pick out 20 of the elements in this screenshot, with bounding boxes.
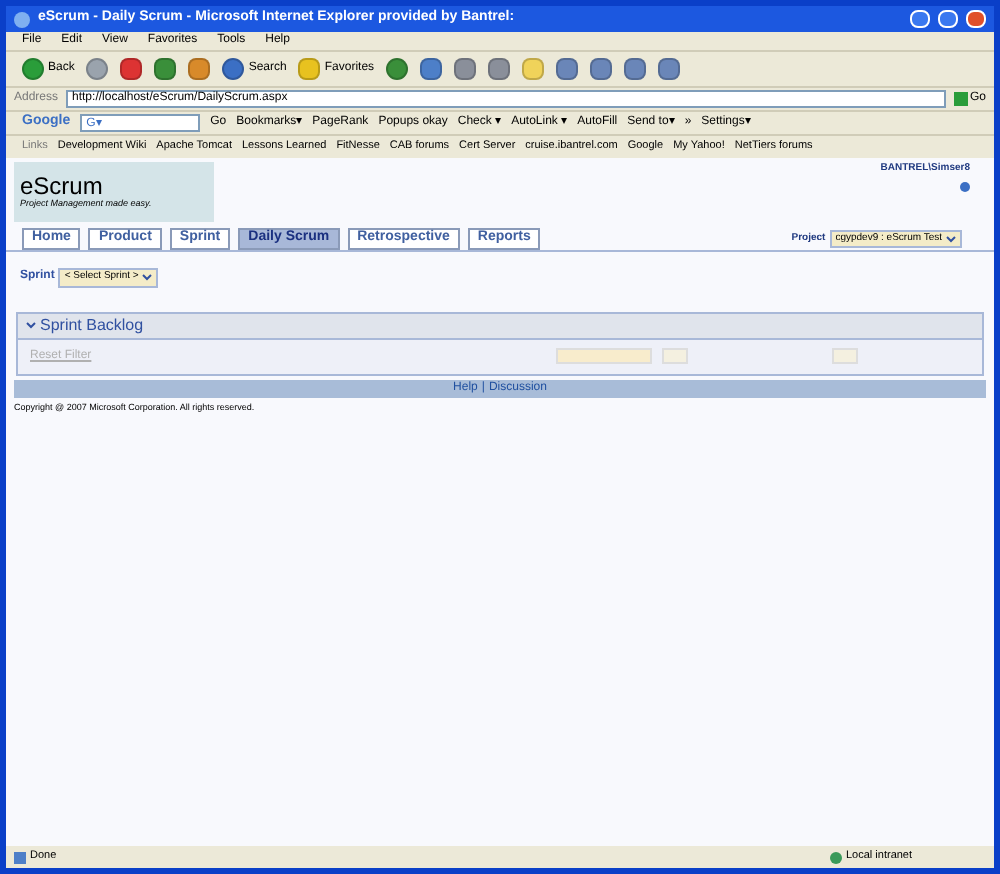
section-title: Sprint Backlog [40, 313, 144, 337]
browser-icon [14, 11, 30, 27]
toolbar-icon[interactable] [120, 58, 143, 80]
chevron-down-icon[interactable] [26, 320, 36, 330]
minimize-button[interactable] [910, 10, 930, 28]
section-header[interactable]: Sprint Backlog [18, 313, 982, 337]
maximize-button[interactable] [938, 10, 958, 28]
toolbar-icon[interactable] [454, 58, 477, 80]
chevron-down-icon[interactable] [142, 272, 153, 283]
toolbar-icon[interactable] [658, 58, 681, 80]
toolbar-icon[interactable] [556, 58, 579, 80]
toolbar-icon[interactable] [420, 58, 443, 80]
toolbar-icon[interactable] [590, 58, 613, 80]
logo-text: eScrum [20, 173, 105, 198]
toolbar-icon[interactable] [624, 58, 647, 80]
close-button[interactable] [966, 10, 986, 28]
chevron-down-icon[interactable] [946, 233, 956, 244]
toolbar-icon[interactable] [188, 58, 211, 80]
toolbar-icon[interactable] [488, 58, 511, 80]
toolbar-icon[interactable] [154, 58, 177, 80]
